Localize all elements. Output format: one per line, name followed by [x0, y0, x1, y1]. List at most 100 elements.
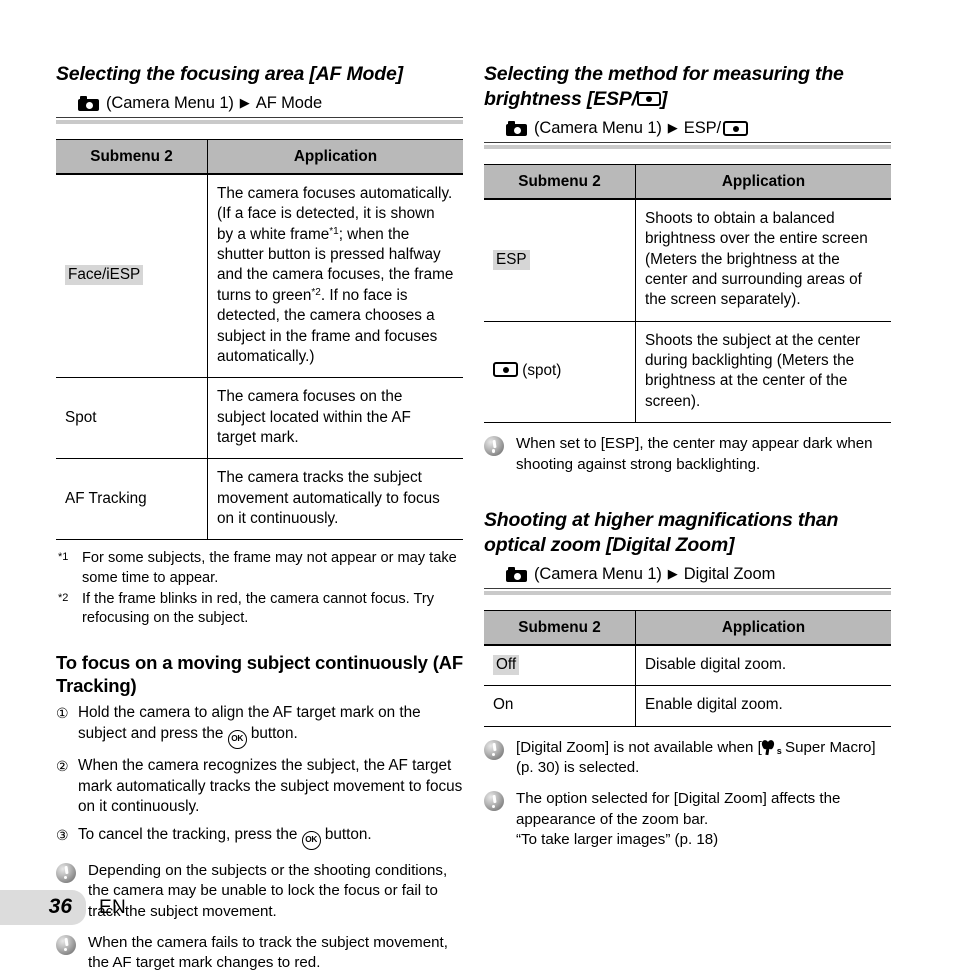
list-item: ① Hold the camera to align the AF target…: [56, 703, 463, 749]
cell-application: Shoots the subject at the center during …: [635, 321, 891, 424]
warning-exclamation-icon: [56, 934, 76, 955]
step-text-after: button.: [246, 724, 298, 742]
section-title-af-mode: Selecting the focusing area [AF Mode]: [56, 63, 403, 85]
menu-path-target: Digital Zoom: [683, 564, 776, 583]
footnote-list: *1 For some subjects, the frame may not …: [56, 549, 463, 629]
chevron-right-icon: ▶: [667, 120, 678, 136]
divider-thick: [484, 590, 891, 595]
table-header-row: Submenu 2 Application: [484, 163, 891, 201]
section-title-digital-zoom: Shooting at higher magnifications than o…: [484, 508, 839, 556]
note-callout: When set to [ESP], the center may appear…: [484, 434, 891, 475]
camera-icon: [506, 567, 527, 583]
divider-thick: [484, 144, 891, 149]
note-callout: [Digital Zoom] is not available when [s …: [484, 738, 891, 779]
table-digital-zoom: Submenu 2 Application Off Disable digita…: [484, 609, 891, 727]
table-row: Off Disable digital zoom.: [484, 644, 891, 687]
warning-exclamation-icon: [484, 436, 504, 457]
camera-icon: [78, 96, 99, 112]
cell-submenu: (spot): [484, 321, 636, 424]
step-text-after: button.: [320, 825, 372, 843]
submenu-value: (spot): [522, 362, 562, 380]
camera-icon: [506, 121, 527, 137]
cell-submenu: Face/iESP: [56, 174, 208, 379]
table-header-row: Submenu 2 Application: [56, 138, 463, 176]
note-text: The option selected for [Digital Zoom] a…: [516, 790, 841, 849]
warning-exclamation-icon: [484, 791, 504, 812]
table-header-row: Submenu 2 Application: [484, 609, 891, 646]
spot-metering-icon: [493, 362, 518, 378]
submenu-value-default: Face/iESP: [65, 265, 144, 286]
footnote-item: *2 If the frame blinks in red, the camer…: [56, 590, 463, 629]
list-item: ③ To cancel the tracking, press the OK b…: [56, 825, 463, 850]
note-icon-wrap: [484, 434, 516, 475]
table-row: Spot The camera focuses on the subject l…: [56, 377, 463, 460]
page-number: 36: [48, 895, 72, 918]
column-header-application: Application: [635, 609, 891, 646]
cell-submenu: Spot: [56, 377, 208, 460]
table-row: ESP Shoots to obtain a balanced brightne…: [484, 199, 891, 322]
note-icon-wrap: [484, 738, 516, 779]
spot-metering-icon: [723, 121, 748, 137]
table-row: (spot) Shoots the subject at the center …: [484, 321, 891, 424]
right-column: Selecting the method for measuring the b…: [484, 62, 891, 851]
ok-button-icon: OK: [227, 729, 247, 749]
step-number: ③: [56, 826, 69, 843]
menu-path-target: ESP/: [683, 118, 721, 137]
menu-path-label: (Camera Menu 1): [106, 93, 234, 112]
note-icon-wrap: [484, 789, 516, 850]
page-language: EN: [99, 896, 126, 918]
note-text: When set to [ESP], the center may appear…: [516, 435, 873, 473]
footnote-text: If the frame blinks in red, the camera c…: [82, 590, 435, 627]
warning-exclamation-icon: [484, 739, 504, 760]
footnote-item: *1 For some subjects, the frame may not …: [56, 549, 463, 588]
cell-application: The camera focuses automatically. (If a …: [207, 174, 463, 379]
list-item: ② When the camera recognizes the subject…: [56, 756, 463, 818]
divider-thick: [56, 119, 463, 124]
table-af-mode: Submenu 2 Application Face/iESP The came…: [56, 138, 463, 541]
footnote-text: For some subjects, the frame may not app…: [82, 550, 457, 586]
ok-button-icon: OK: [301, 830, 321, 850]
step-number: ①: [56, 705, 69, 722]
menu-path-af-mode: (Camera Menu 1) ▶ AF Mode: [56, 94, 463, 117]
manual-page: Selecting the focusing area [AF Mode] (C…: [0, 0, 954, 971]
chevron-right-icon: ▶: [239, 95, 250, 111]
cell-submenu: On: [484, 685, 636, 727]
page-footer: 36 EN: [0, 890, 126, 925]
left-column: Selecting the focusing area [AF Mode] (C…: [56, 62, 463, 974]
footnote-marker: *2: [58, 591, 69, 604]
column-header-submenu: Submenu 2: [484, 609, 636, 646]
spot-metering-icon: [636, 91, 661, 106]
table-row: Face/iESP The camera focuses automatical…: [56, 174, 463, 379]
divider: [56, 116, 463, 118]
note-icon-wrap: [56, 933, 88, 974]
divider: [484, 141, 891, 143]
section-title-text-end: ]: [660, 87, 668, 110]
super-macro-icon: s: [760, 738, 782, 755]
submenu-value-default: Off: [493, 654, 520, 675]
note-text: When the camera fails to track the subje…: [88, 933, 448, 972]
cell-application: The camera focuses on the subject locate…: [207, 377, 463, 460]
menu-path-label: (Camera Menu 1): [534, 564, 662, 583]
cell-application: The camera tracks the subject movement a…: [207, 458, 463, 541]
menu-path-esp: (Camera Menu 1) ▶ ESP/: [484, 119, 891, 142]
step-text: To cancel the tracking, press the OK but…: [78, 825, 463, 850]
warning-exclamation-icon: [56, 862, 76, 883]
subsection-title-af-tracking: To focus on a moving subject continuousl…: [56, 652, 463, 697]
note-text: [Digital Zoom] is not available when [s …: [516, 738, 891, 779]
column-header-application: Application: [207, 138, 463, 176]
page-number-tab: 36: [0, 890, 86, 925]
section-title-esp: Selecting the method for measuring the b…: [484, 62, 891, 112]
table-esp: Submenu 2 Application ESP Shoots to obta…: [484, 163, 891, 424]
note-text-before: [Digital Zoom] is not available when [: [516, 738, 762, 756]
column-header-submenu: Submenu 2: [56, 138, 208, 176]
chevron-right-icon: ▶: [667, 566, 678, 582]
menu-path-target: AF Mode: [255, 93, 323, 112]
cell-application: Enable digital zoom.: [635, 685, 891, 727]
cell-submenu: Off: [484, 644, 636, 687]
cell-submenu: AF Tracking: [56, 458, 208, 541]
cell-application: Disable digital zoom.: [635, 644, 891, 687]
step-list: ① Hold the camera to align the AF target…: [56, 703, 463, 850]
divider: [484, 587, 891, 589]
table-row: On Enable digital zoom.: [484, 685, 891, 727]
menu-path-label: (Camera Menu 1): [534, 118, 662, 137]
